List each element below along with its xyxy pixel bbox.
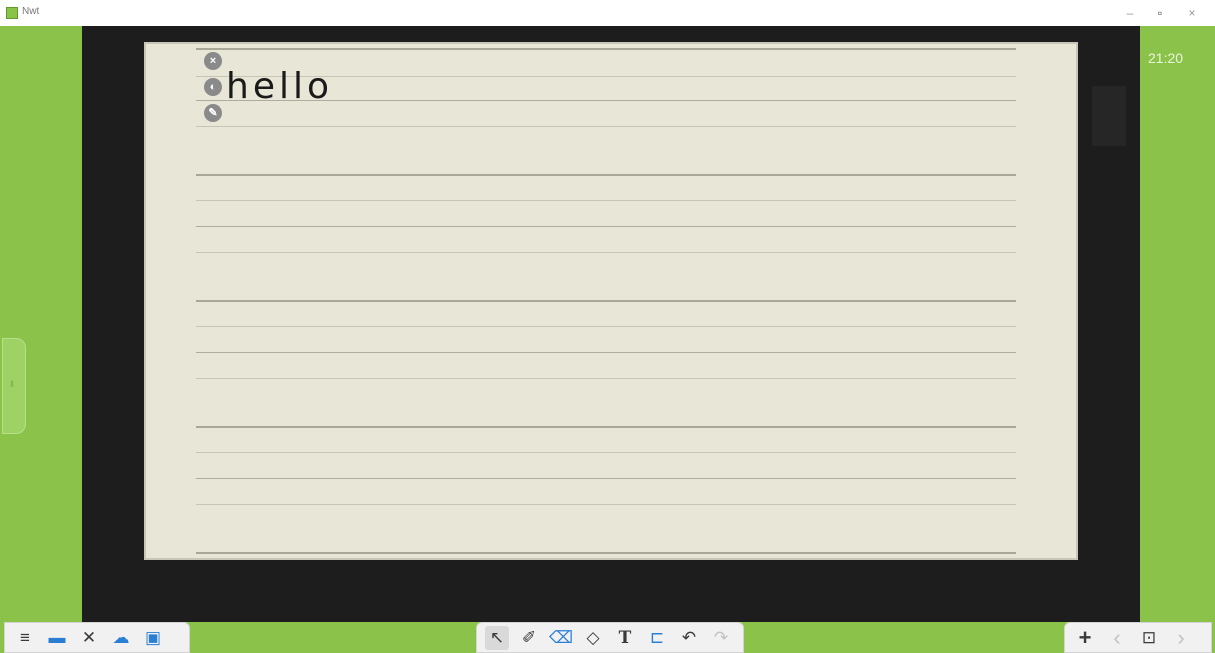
toolbar-center-group: ↖ ✐ ⌫ ◇ T ⊏ ↶ ↷ [476, 622, 744, 653]
toolbar-right-group: + ‹ ⊡ › [1064, 622, 1212, 653]
text-object[interactable]: hello [226, 66, 333, 107]
prev-page-icon[interactable]: ‹ [1105, 625, 1129, 650]
menu-icon[interactable]: ≡ [13, 626, 37, 650]
paper-rule [196, 326, 1016, 327]
close-window-button[interactable]: × [1180, 4, 1204, 22]
app-icon [6, 7, 18, 19]
paper-rule [196, 478, 1016, 479]
cloud-icon[interactable]: ☁ [109, 626, 133, 650]
audio-object-icon[interactable]: ◐ [204, 78, 222, 96]
pen-tool-icon[interactable]: ✐ [517, 626, 541, 650]
paper-rule [196, 174, 1016, 176]
canvas-scroll-indicator [1092, 86, 1126, 146]
bottom-toolbar: ≡ ▬ ✕ ☁ ▣ ↖ ✐ ⌫ ◇ T ⊏ ↶ ↷ + ‹ ⊡ › [0, 622, 1215, 653]
undo-icon[interactable]: ↶ [677, 626, 701, 650]
toolbar-left-group: ≡ ▬ ✕ ☁ ▣ [4, 622, 190, 653]
next-page-icon[interactable]: › [1169, 625, 1193, 650]
restore-button[interactable]: ▫ [1148, 4, 1172, 22]
paper-rule [196, 48, 1016, 50]
stamp-tool-icon[interactable]: ⊏ [645, 626, 669, 650]
title-bar: Nwt – ▫ × [0, 0, 1215, 26]
delete-object-icon[interactable]: × [204, 52, 222, 70]
tools-icon[interactable]: ✕ [77, 626, 101, 650]
paper-rule [196, 300, 1016, 302]
minimize-button[interactable]: – [1118, 4, 1142, 22]
paper-rule [196, 504, 1016, 505]
paper-rule [196, 452, 1016, 453]
paper-rule [196, 552, 1016, 554]
paper-rule [196, 426, 1016, 428]
image-icon[interactable]: ▣ [141, 626, 165, 650]
text-tool-icon[interactable]: T [613, 626, 637, 650]
whiteboard-canvas[interactable]: × ◐ ✎ hello [82, 26, 1140, 622]
paper-rule [196, 126, 1016, 127]
paper-rule [196, 378, 1016, 379]
right-margin [1140, 26, 1215, 622]
paper-rule [196, 226, 1016, 227]
side-drawer-handle[interactable]: ‖ [2, 338, 26, 434]
screen-icon[interactable]: ▬ [45, 626, 69, 650]
edit-object-icon[interactable]: ✎ [204, 104, 222, 122]
select-tool-icon[interactable]: ↖ [485, 625, 509, 650]
shape-tool-icon[interactable]: ◇ [581, 626, 605, 650]
page-list-icon[interactable]: ⊡ [1137, 626, 1161, 650]
add-page-icon[interactable]: + [1073, 625, 1097, 650]
clock: 21:20 [1148, 50, 1184, 66]
paper-rule [196, 200, 1016, 201]
lined-paper-background: × ◐ ✎ hello [144, 42, 1078, 560]
window-title: Nwt [22, 6, 40, 17]
left-margin [0, 26, 82, 622]
drawer-handle-grip-icon: ‖ [10, 379, 14, 389]
eraser-tool-icon[interactable]: ⌫ [549, 626, 573, 650]
paper-rule [196, 352, 1016, 353]
paper-rule [196, 252, 1016, 253]
redo-icon[interactable]: ↷ [709, 626, 733, 650]
